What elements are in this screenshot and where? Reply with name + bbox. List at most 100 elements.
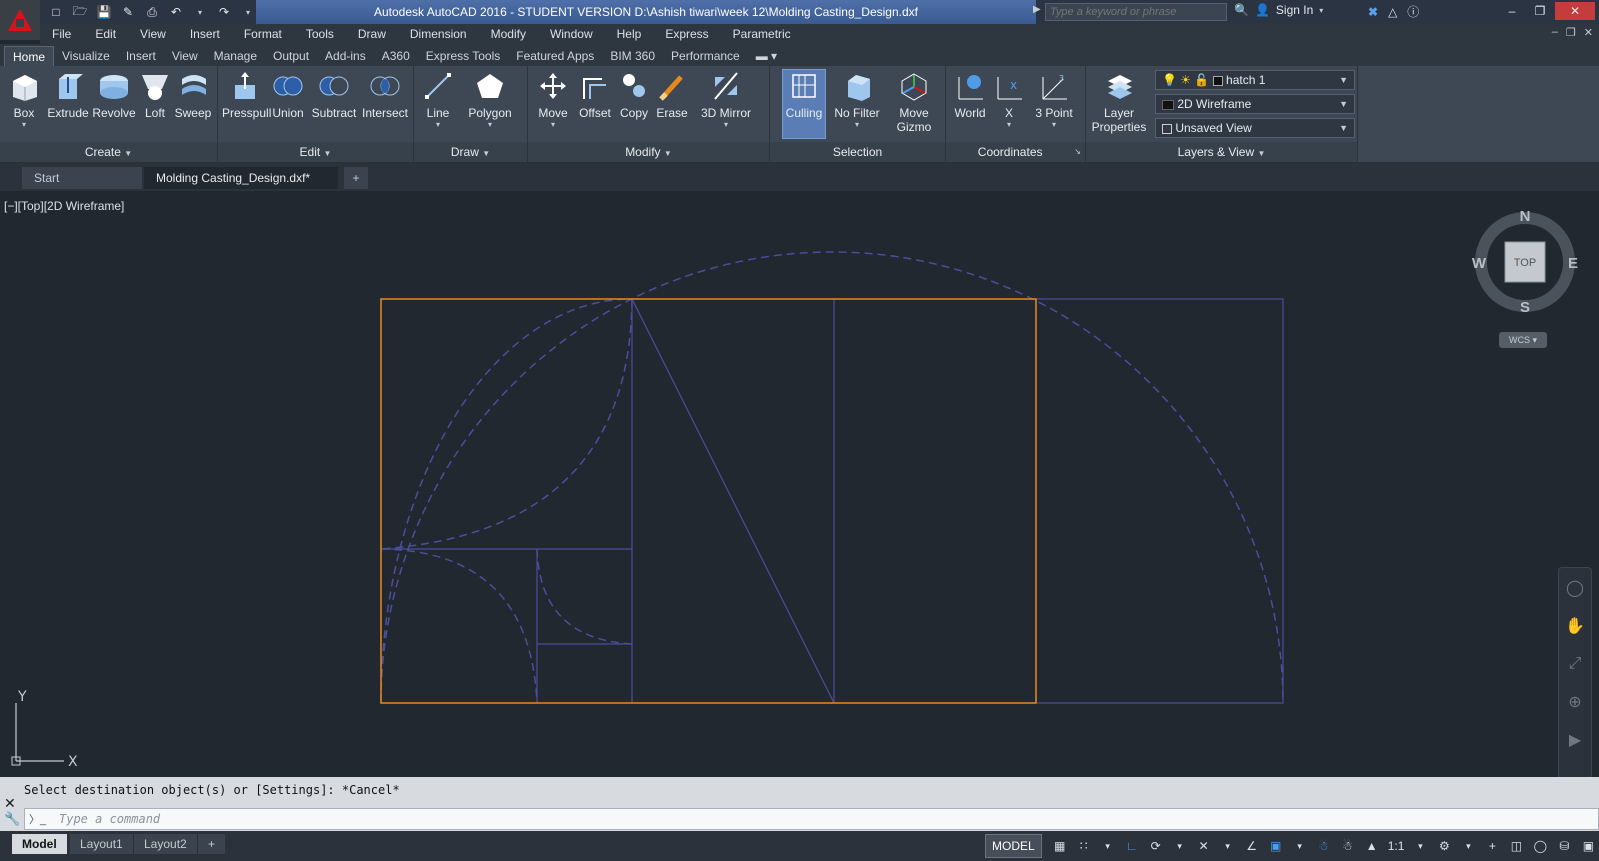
move-button[interactable]: Move ▾ [534, 70, 572, 129]
a360-icon[interactable]: △ [1388, 5, 1397, 19]
menu-file[interactable]: File [40, 24, 83, 44]
x-ucs-button[interactable]: x X ▾ [992, 70, 1026, 129]
panel-modify-title[interactable]: Modify ▼ [528, 142, 769, 162]
box-button[interactable]: Box ▾ [6, 70, 42, 129]
annotation-monitor-icon[interactable]: + [1480, 834, 1504, 858]
doc-close-icon[interactable]: ✕ [1584, 26, 1593, 39]
orbit-icon[interactable]: ⊕ [1563, 690, 1587, 714]
hardware-acceleration-icon[interactable]: ⛁ [1552, 834, 1576, 858]
tab-bim-360[interactable]: BIM 360 [602, 46, 663, 66]
no-filter-dropdown-icon[interactable]: ▾ [830, 120, 884, 129]
union-button[interactable]: Union [268, 70, 308, 120]
menu-express[interactable]: Express [653, 24, 720, 44]
object-snap-icon[interactable]: ▣ [1264, 834, 1288, 858]
command-input-box[interactable]: 〉_ ▾ [24, 808, 1599, 840]
sign-in-dropdown-icon[interactable]: ▾ [1319, 6, 1323, 15]
command-prompt-icon[interactable]: 〉_ ▾ [29, 811, 53, 840]
new-icon[interactable]: □ [46, 3, 66, 21]
compass-west[interactable]: W [1472, 255, 1487, 272]
line-button[interactable]: Line ▾ [420, 70, 456, 129]
menu-dimension[interactable]: Dimension [398, 24, 479, 44]
units-icon[interactable]: ◫ [1504, 834, 1528, 858]
file-tab-document[interactable]: Molding Casting_Design.dxf* ✕ [144, 167, 338, 207]
tab-a360[interactable]: A360 [374, 46, 418, 66]
annotation-visibility-icon[interactable]: ☃ [1312, 834, 1336, 858]
model-space-toggle[interactable]: MODEL [985, 834, 1042, 858]
erase-button[interactable]: Erase [652, 70, 692, 120]
snap-dropdown-icon[interactable]: ▾ [1096, 834, 1120, 858]
clean-screen-icon[interactable]: ▣ [1576, 834, 1599, 858]
workspace-dropdown-icon[interactable]: ▾ [1456, 834, 1480, 858]
open-icon[interactable]: 🗁 [70, 3, 90, 21]
menu-edit[interactable]: Edit [83, 24, 128, 44]
undo-dropdown-icon[interactable]: ▾ [190, 3, 210, 21]
file-tab-start[interactable]: Start [22, 167, 142, 189]
command-close-icon[interactable]: ✕ [4, 795, 16, 812]
layout-tab-layout1[interactable]: Layout1 [70, 834, 133, 854]
annotation-scale-icon[interactable]: ▲ [1360, 834, 1384, 858]
snap-icon[interactable]: ∷ [1072, 834, 1096, 858]
new-layout-plus-icon[interactable]: + [198, 834, 226, 854]
loft-button[interactable]: Loft [138, 70, 172, 120]
compass-south[interactable]: S [1520, 299, 1530, 316]
save-as-icon[interactable]: ✎ [118, 3, 138, 21]
drawing-canvas[interactable]: [−][Top][2D Wireframe] TOP N S E W WCS ▾… [0, 191, 1599, 779]
box-dropdown-icon[interactable]: ▾ [6, 120, 42, 129]
showmotion-icon[interactable]: ▶ [1563, 728, 1587, 752]
tab-home[interactable]: Home [4, 46, 55, 66]
object-snap-tracking-icon[interactable]: ∠ [1240, 834, 1264, 858]
revolve-button[interactable]: Revolve [92, 70, 136, 120]
application-menu-button[interactable] [0, 0, 40, 40]
compass-east[interactable]: E [1568, 255, 1578, 272]
isolate-objects-icon[interactable]: ◯ [1528, 834, 1552, 858]
tab-output[interactable]: Output [265, 46, 317, 66]
3-point-dropdown-icon[interactable]: ▾ [1028, 120, 1080, 129]
menu-view[interactable]: View [128, 24, 178, 44]
isodraft-dropdown-icon[interactable]: ▾ [1216, 834, 1240, 858]
exchange-icon[interactable]: ✖ [1368, 5, 1378, 19]
sign-in-label[interactable]: Sign In [1276, 3, 1313, 17]
x-ucs-dropdown-icon[interactable]: ▾ [992, 120, 1026, 129]
layers-expand-icon[interactable]: ▼ [1257, 149, 1265, 158]
coordinates-launcher-icon[interactable]: ↘ [1074, 142, 1081, 162]
new-file-tab-plus-icon[interactable]: + [344, 167, 368, 189]
visual-style-dropdown[interactable]: 2D Wireframe ▼ [1155, 94, 1355, 114]
draw-expand-icon[interactable]: ▼ [482, 149, 490, 158]
binoculars-icon[interactable]: 🔍 [1234, 3, 1249, 17]
zoom-extents-icon[interactable]: ⤢ [1563, 652, 1587, 676]
menu-insert[interactable]: Insert [178, 24, 232, 44]
extrude-button[interactable]: Extrude [46, 70, 90, 120]
panel-create-title[interactable]: Create ▼ [0, 142, 217, 162]
tab-view[interactable]: View [164, 46, 206, 66]
create-expand-icon[interactable]: ▼ [124, 149, 132, 158]
viewcube[interactable]: TOP N S E W [1470, 207, 1580, 317]
polygon-dropdown-icon[interactable]: ▾ [460, 120, 520, 129]
doc-restore-icon[interactable]: ❐ [1566, 26, 1576, 39]
redo-dropdown-icon[interactable]: ▾ [238, 3, 258, 21]
menu-modify[interactable]: Modify [479, 24, 538, 44]
line-dropdown-icon[interactable]: ▾ [420, 120, 456, 129]
undo-icon[interactable]: ↶ [166, 3, 186, 21]
isodraft-icon[interactable]: ✕ [1192, 834, 1216, 858]
pan-icon[interactable]: ✋ [1563, 614, 1587, 638]
tab-performance[interactable]: Performance [663, 46, 748, 66]
redo-icon[interactable]: ↷ [214, 3, 234, 21]
sign-in-area[interactable]: 🔍 👤 Sign In ▾ [1234, 3, 1323, 17]
annotation-scale-dropdown-icon[interactable]: ▾ [1408, 834, 1432, 858]
3d-mirror-dropdown-icon[interactable]: ▾ [694, 120, 758, 129]
help-icon[interactable]: ⓘ [1407, 3, 1419, 20]
ortho-icon[interactable]: ∟ [1120, 834, 1144, 858]
tab-express-tools[interactable]: Express Tools [418, 46, 508, 66]
3d-mirror-button[interactable]: 3D Mirror ▾ [694, 70, 758, 129]
grid-icon[interactable]: ▦ [1048, 834, 1072, 858]
search-input[interactable] [1045, 3, 1227, 21]
intersect-button[interactable]: Intersect [360, 70, 410, 120]
3-point-ucs-button[interactable]: 3 3 Point ▾ [1028, 70, 1080, 129]
layout-tab-layout2[interactable]: Layout2 [134, 834, 197, 854]
tab-featured-apps[interactable]: Featured Apps [508, 46, 602, 66]
minimize-icon[interactable]: – [1499, 2, 1525, 20]
menu-tools[interactable]: Tools [294, 24, 346, 44]
command-input[interactable] [59, 810, 1559, 828]
steering-wheel-icon[interactable]: ◯ [1563, 576, 1587, 600]
tab-add-ins[interactable]: Add-ins [317, 46, 374, 66]
